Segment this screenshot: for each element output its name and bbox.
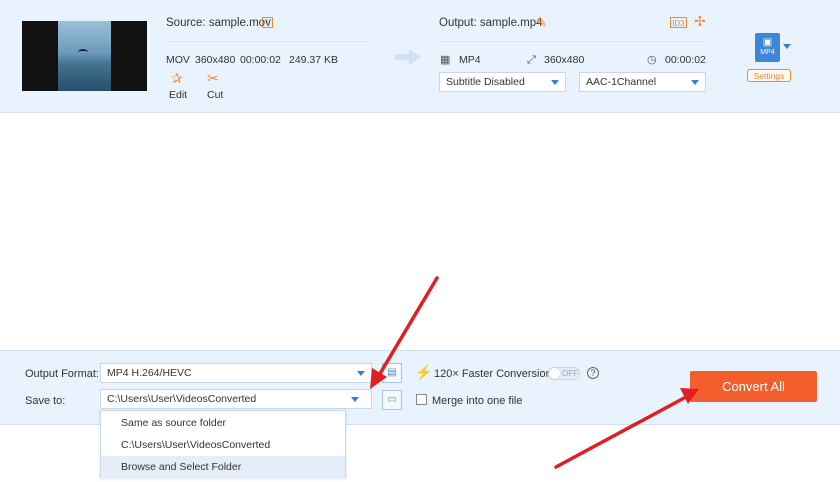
faster-conversion-toggle[interactable]: OFF: [548, 367, 580, 380]
output-filename: Output: sample.mp4: [439, 17, 543, 29]
save-to-select[interactable]: C:\Users\User\VideosConverted: [100, 389, 372, 409]
info-icon[interactable]: i: [262, 17, 273, 28]
subtitle-select-value: Subtitle Disabled: [446, 76, 525, 88]
move-cross-icon[interactable]: ✢: [694, 13, 706, 30]
menu-item-videos-converted[interactable]: C:\Users\User\VideosConverted: [101, 434, 345, 456]
output-format-value: MP4 H.264/HEVC: [107, 367, 192, 379]
video-thumbnail[interactable]: [22, 21, 147, 91]
scissors-icon[interactable]: ✂: [207, 71, 219, 85]
lightning-icon: ⚡: [415, 364, 433, 380]
save-to-dropdown-menu: Same as source folder C:\Users\User\Vide…: [100, 410, 346, 478]
output-format-badge[interactable]: ▣ MP4: [755, 33, 780, 62]
cut-button-label[interactable]: Cut: [207, 89, 223, 101]
chevron-down-icon[interactable]: [351, 397, 359, 402]
chevron-down-icon: [691, 80, 699, 85]
film-strip-icon: ▣: [762, 37, 773, 48]
merge-checkbox[interactable]: [416, 394, 427, 405]
format-badge-label: MP4: [760, 49, 775, 56]
output-format-select[interactable]: MP4 H.264/HEVC: [100, 363, 372, 383]
chevron-down-icon: [551, 80, 559, 85]
clock-icon: ◷: [647, 54, 657, 66]
convert-arrow-icon: [395, 49, 421, 65]
toggle-knob: [549, 368, 560, 379]
thumbnail-scene: [58, 21, 111, 91]
save-to-label: Save to:: [25, 395, 66, 407]
chevron-down-icon: [357, 371, 365, 376]
id3-tag-icon[interactable]: ID3: [670, 17, 687, 28]
convert-all-button[interactable]: Convert All: [690, 371, 817, 402]
film-icon: ▦: [440, 54, 451, 66]
menu-item-browse-folder[interactable]: Browse and Select Folder: [101, 456, 345, 478]
source-filename: Source: sample.mov: [166, 17, 271, 29]
output-divider: [439, 41, 707, 42]
output-duration: 00:00:02: [665, 54, 706, 66]
source-format: MOV: [166, 54, 190, 66]
source-resolution: 360x480: [195, 54, 236, 66]
merge-label: Merge into one file: [432, 395, 523, 407]
format-dropdown-chevron-icon[interactable]: [783, 44, 791, 49]
faster-conversion-label: 120× Faster Conversion: [434, 368, 552, 380]
settings-button[interactable]: Settings: [747, 69, 791, 82]
source-divider: [166, 41, 368, 42]
menu-item-same-as-source[interactable]: Same as source folder: [101, 412, 345, 434]
output-format: MP4: [459, 54, 481, 66]
output-format-label: Output Format:: [25, 368, 99, 380]
edit-star-icon[interactable]: ✰: [171, 71, 183, 85]
edit-button-label[interactable]: Edit: [169, 89, 187, 101]
source-size: 249.37 KB: [289, 54, 339, 66]
format-settings-icon[interactable]: ▤: [382, 363, 402, 383]
subtitle-select[interactable]: Subtitle Disabled: [439, 72, 566, 92]
toggle-state-label: OFF: [562, 369, 578, 378]
source-duration: 00:00:02: [240, 54, 281, 66]
open-folder-icon[interactable]: ▭: [382, 390, 402, 410]
audio-select-value: AAC-1Channel: [586, 76, 657, 88]
rename-pen-icon[interactable]: ✎: [536, 15, 547, 31]
save-to-value: C:\Users\User\VideosConverted: [107, 393, 257, 405]
audio-track-select[interactable]: AAC-1Channel: [579, 72, 706, 92]
help-icon[interactable]: ?: [587, 367, 599, 379]
resolution-icon: ⤢: [527, 54, 536, 66]
thumbnail-bird: [78, 49, 88, 55]
file-item-panel: Source: sample.mov i MOV 360x480 00:00:0…: [0, 0, 840, 113]
output-resolution: 360x480: [544, 54, 585, 66]
